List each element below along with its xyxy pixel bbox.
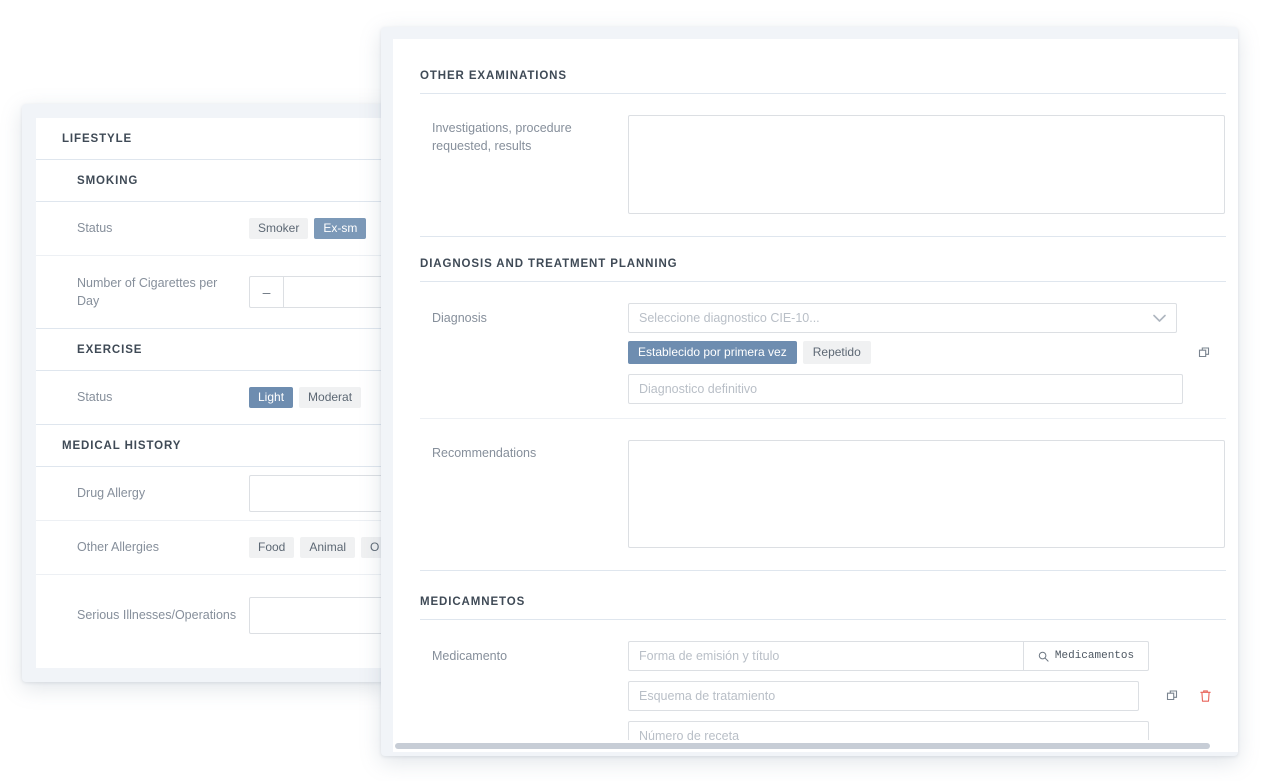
row-exercise-status: Status Light Moderat xyxy=(36,371,390,424)
field-label: Other Allergies xyxy=(77,540,159,555)
pill-repetido[interactable]: Repetido xyxy=(802,341,871,364)
section-title: OTHER EXAMINATIONS xyxy=(420,70,567,82)
field-label: Medicamento xyxy=(432,649,508,663)
copy-icon[interactable] xyxy=(1166,689,1180,703)
section-header-smoking: SMOKING xyxy=(36,160,390,201)
stepper-minus-button[interactable]: – xyxy=(250,277,284,307)
row-medicamento: Medicamento Forma de emisión y título Me… xyxy=(393,620,1238,751)
pill-smoker[interactable]: Smoker xyxy=(249,218,309,239)
forma-emision-input[interactable]: Forma de emisión y título xyxy=(628,641,1023,671)
cigarettes-stepper[interactable]: – xyxy=(249,276,390,308)
stepper-value-input[interactable] xyxy=(284,277,389,307)
exercise-status-pill-group[interactable]: Light Moderat xyxy=(249,387,362,408)
pill-moderate[interactable]: Moderat xyxy=(299,387,362,408)
left-card-panel: LIFESTYLE SMOKING Status Smoker Ex-sm Nu… xyxy=(36,118,390,668)
horizontal-scrollbar[interactable] xyxy=(393,740,1238,752)
row-serious-illnesses: Serious Illnesses/Operations xyxy=(36,575,390,655)
medicamento-controls: Forma de emisión y título Medicamentos E… xyxy=(628,641,1238,751)
row-recommendations: Recommendations xyxy=(393,419,1238,570)
search-icon xyxy=(1038,651,1049,662)
diagnosis-select-placeholder: Seleccione diagnostico CIE-10... xyxy=(639,311,820,325)
diagnosis-type-row: Establecido por primera vez Repetido xyxy=(628,341,1212,364)
diagnostico-definitivo-placeholder: Diagnostico definitivo xyxy=(639,382,758,396)
diagnosis-treatment-card: OTHER EXAMINATIONS Investigations, proce… xyxy=(381,27,1238,756)
recommendations-textarea-wrap xyxy=(628,440,1238,548)
field-label: Drug Allergy xyxy=(77,486,146,501)
investigations-textarea-wrap xyxy=(628,115,1238,214)
section-header-medicamentos: MEDICAMNETOS xyxy=(393,571,1238,619)
copy-icon[interactable] xyxy=(1198,346,1212,360)
section-header-other-examinations: OTHER EXAMINATIONS xyxy=(393,39,1238,93)
chevron-down-icon xyxy=(1153,314,1166,323)
section-title: MEDICAMNETOS xyxy=(420,596,526,608)
investigations-textarea[interactable] xyxy=(628,115,1225,214)
row-cigarettes-per-day: Number of Cigarettes per Day – xyxy=(36,256,390,328)
pill-light[interactable]: Light xyxy=(249,387,294,408)
section-title: LIFESTYLE xyxy=(62,132,133,145)
section-header-medical-history: MEDICAL HISTORY xyxy=(36,425,390,466)
field-label: Investigations, procedure requested, res… xyxy=(432,121,572,154)
screen: LIFESTYLE SMOKING Status Smoker Ex-sm Nu… xyxy=(0,0,1264,781)
field-label: Recommendations xyxy=(432,446,537,460)
section-header-exercise: EXERCISE xyxy=(36,329,390,370)
row-investigations: Investigations, procedure requested, res… xyxy=(393,94,1238,236)
esquema-tratamiento-placeholder: Esquema de tratamiento xyxy=(639,689,776,703)
diagnosis-cie10-select[interactable]: Seleccione diagnostico CIE-10... xyxy=(628,303,1177,333)
medicamentos-search-label: Medicamentos xyxy=(1054,650,1135,662)
field-label: Number of Cigarettes per Day xyxy=(77,275,218,308)
serious-illnesses-input[interactable] xyxy=(249,596,390,634)
lifestyle-medical-history-card: LIFESTYLE SMOKING Status Smoker Ex-sm Nu… xyxy=(22,104,390,682)
field-label: Status xyxy=(77,221,113,236)
field-label: Serious Illnesses/Operations xyxy=(77,607,237,622)
horizontal-scrollbar-thumb[interactable] xyxy=(395,743,1210,749)
section-title: SMOKING xyxy=(77,174,139,187)
row-drug-allergy: Drug Allergy xyxy=(36,467,390,520)
row-smoking-status: Status Smoker Ex-sm xyxy=(36,202,390,255)
pill-animal[interactable]: Animal xyxy=(300,537,356,558)
diagnosis-type-pill-group[interactable]: Establecido por primera vez Repetido xyxy=(628,341,871,364)
section-header-diagnosis-treatment: DIAGNOSIS AND TREATMENT PLANNING xyxy=(393,237,1238,281)
pill-establecido-primera-vez[interactable]: Establecido por primera vez xyxy=(628,341,797,364)
diagnostico-definitivo-input[interactable]: Diagnostico definitivo xyxy=(628,374,1183,404)
forma-emision-row: Forma de emisión y título Medicamentos xyxy=(628,641,1149,671)
esquema-tratamiento-input[interactable]: Esquema de tratamiento xyxy=(628,681,1139,711)
row-other-allergies: Other Allergies Food Animal O xyxy=(36,521,390,574)
section-title: MEDICAL HISTORY xyxy=(62,439,182,452)
esquema-tratamiento-row: Esquema de tratamiento xyxy=(628,681,1212,711)
trash-icon[interactable] xyxy=(1199,689,1212,703)
field-label: Status xyxy=(77,390,113,405)
other-allergies-pill-group[interactable]: Food Animal O xyxy=(249,537,389,558)
field-label: Diagnosis xyxy=(432,311,487,325)
forma-emision-placeholder: Forma de emisión y título xyxy=(639,649,780,663)
section-title: DIAGNOSIS AND TREATMENT PLANNING xyxy=(420,258,678,270)
diagnosis-controls: Seleccione diagnostico CIE-10... Estable… xyxy=(628,303,1238,404)
drug-allergy-input[interactable] xyxy=(249,475,390,512)
smoking-status-pill-group[interactable]: Smoker Ex-sm xyxy=(249,218,367,239)
section-header-lifestyle: LIFESTYLE xyxy=(36,118,390,159)
right-card-panel: OTHER EXAMINATIONS Investigations, proce… xyxy=(393,39,1238,752)
recommendations-textarea[interactable] xyxy=(628,440,1225,548)
pill-food[interactable]: Food xyxy=(249,537,295,558)
row-diagnosis: Diagnosis Seleccione diagnostico CIE-10.… xyxy=(393,282,1238,418)
section-title: EXERCISE xyxy=(77,343,143,356)
medicamentos-search-button[interactable]: Medicamentos xyxy=(1023,641,1149,671)
pill-ex-smoker[interactable]: Ex-sm xyxy=(314,218,367,239)
